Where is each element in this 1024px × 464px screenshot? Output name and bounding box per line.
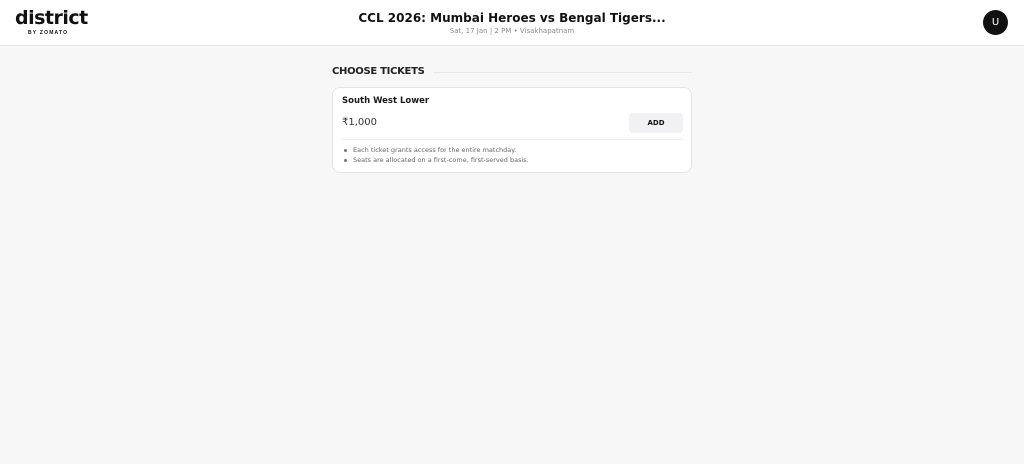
logo-subtext: BY ZOMATO: [28, 30, 69, 36]
ticket-card: South West Lower ₹1,000 ADD Each ticket …: [332, 87, 692, 173]
ticket-price: ₹1,000: [342, 117, 377, 128]
ticket-notes: Each ticket grants access for the entire…: [342, 145, 529, 165]
user-avatar[interactable]: U: [983, 10, 1008, 35]
avatar-initial: U: [991, 17, 1000, 28]
section-title: CHOOSE TICKETS: [332, 65, 425, 77]
logo-wordmark: district: [15, 7, 88, 29]
note-text: Each ticket grants access for the entire…: [353, 146, 517, 154]
event-meta: Sat, 17 Jan | 2 PM • Visakhapatnam: [449, 27, 575, 35]
add-ticket-button[interactable]: ADD: [629, 113, 683, 133]
list-item: Each ticket grants access for the entire…: [342, 145, 529, 155]
note-text: Seats are allocated on a first-come, fir…: [353, 156, 529, 164]
section-divider: [432, 71, 692, 73]
list-item: Seats are allocated on a first-come, fir…: [342, 155, 529, 165]
ticket-name: South West Lower: [342, 96, 430, 106]
event-title: CCL 2026: Mumbai Heroes vs Bengal Tigers…: [358, 11, 666, 25]
card-divider: [342, 139, 683, 140]
district-logo[interactable]: district BY ZOMATO: [15, 7, 88, 40]
top-header: district BY ZOMATO CCL 2026: Mumbai Hero…: [0, 0, 1024, 46]
event-title-block: CCL 2026: Mumbai Heroes vs Bengal Tigers…: [312, 11, 712, 36]
bullet-icon: [344, 158, 347, 162]
choose-tickets-header: CHOOSE TICKETS: [332, 64, 692, 78]
bullet-icon: [344, 148, 347, 152]
